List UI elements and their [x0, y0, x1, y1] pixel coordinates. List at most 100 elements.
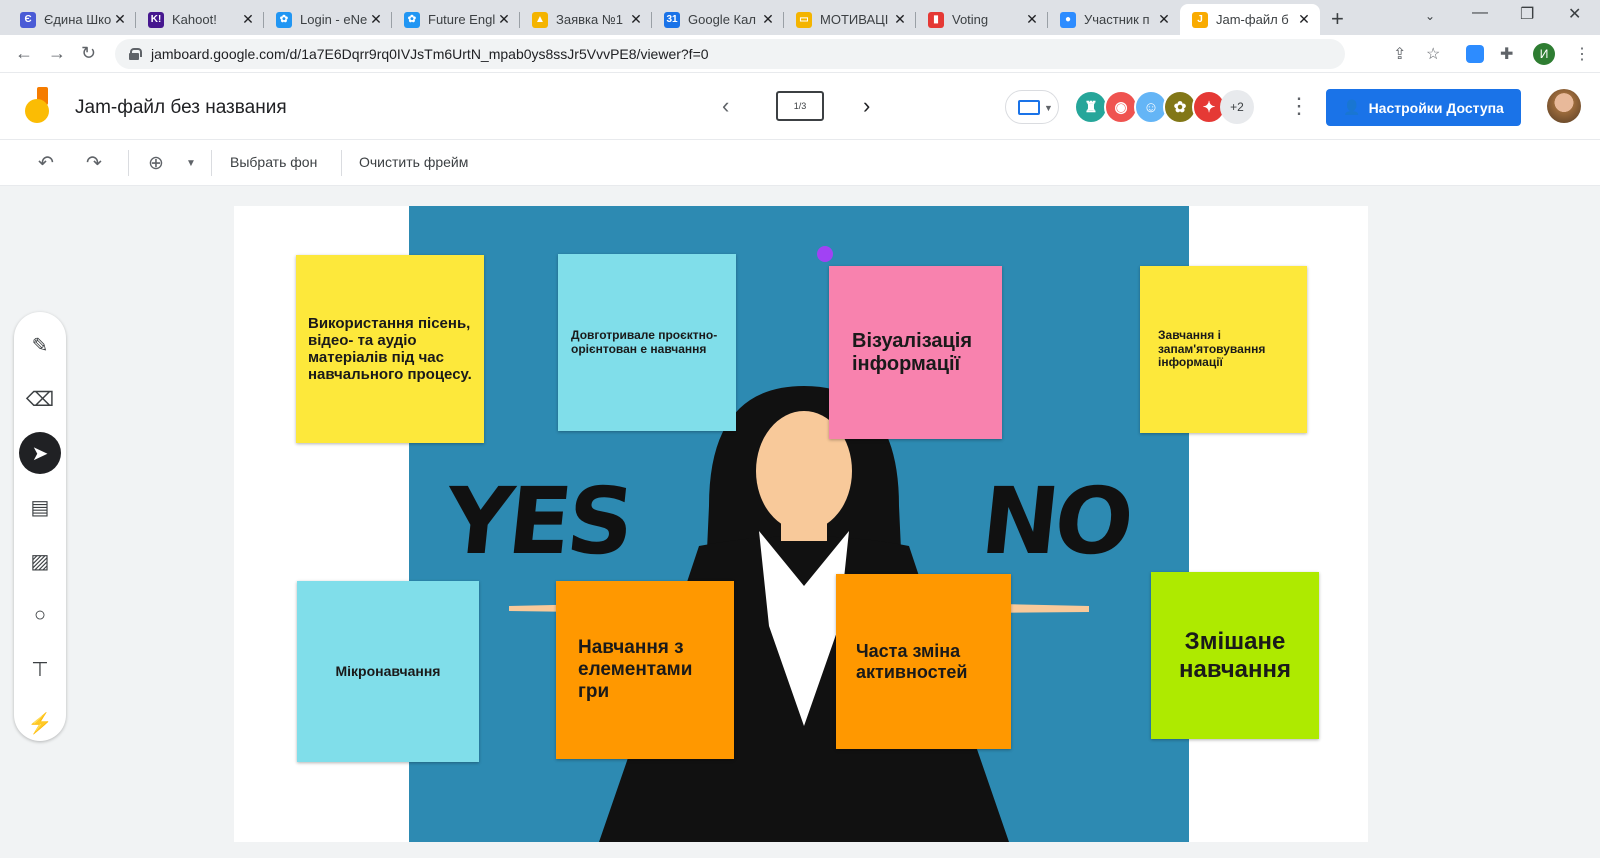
- tab-title: Google Кал: [688, 12, 756, 27]
- tab-title: Login - eNe: [300, 12, 368, 27]
- browser-tab[interactable]: 31 Google Кал ✕: [652, 4, 784, 35]
- sticky-note[interactable]: Часта зміна активностей: [836, 574, 1011, 749]
- browser-tab[interactable]: ▭ МОТИВАЦІ ✕: [784, 4, 916, 35]
- tab-title: Kahoot!: [172, 12, 217, 27]
- sticky-note[interactable]: Довготривале проєктно-орієнтован е навча…: [558, 254, 736, 431]
- next-frame-icon[interactable]: ›: [863, 93, 870, 119]
- tab-favicon-icon: ▭: [796, 11, 812, 28]
- collaborator-avatar[interactable]: ◉: [1104, 90, 1138, 124]
- clear-frame-button[interactable]: Очистить фрейм: [359, 154, 468, 170]
- close-icon[interactable]: ✕: [368, 11, 384, 28]
- more-collaborators-badge[interactable]: +2: [1220, 90, 1254, 124]
- tab-favicon-icon: J: [1192, 11, 1208, 28]
- sticky-note-text: Мікронавчання: [335, 663, 441, 680]
- profile-avatar[interactable]: И: [1533, 43, 1555, 65]
- new-tab-button[interactable]: +: [1331, 6, 1344, 32]
- tab-favicon-icon: ▲: [532, 11, 548, 28]
- tab-title: Заявка №1: [556, 12, 624, 27]
- collaborator-avatar[interactable]: ♜: [1074, 90, 1108, 124]
- share-button[interactable]: 👤 Настройки Доступа: [1326, 89, 1521, 126]
- image-icon[interactable]: ▨: [22, 543, 58, 579]
- text-box-icon[interactable]: ⊤: [22, 651, 58, 687]
- tab-favicon-icon: Є: [20, 11, 36, 28]
- account-avatar[interactable]: [1547, 89, 1581, 123]
- browser-tab[interactable]: ▲ Заявка №1 ✕: [520, 4, 652, 35]
- sticky-note[interactable]: Змішане навчання: [1151, 572, 1319, 739]
- sticky-note-text: Завчання і запам'ятовування інформації: [1158, 327, 1266, 370]
- browser-tab[interactable]: ▮ Voting ✕: [916, 4, 1048, 35]
- close-icon[interactable]: ✕: [112, 11, 128, 28]
- close-icon[interactable]: ✕: [1156, 11, 1172, 28]
- close-icon[interactable]: ✕: [496, 11, 512, 28]
- share-page-icon[interactable]: ⇪: [1393, 44, 1406, 64]
- browser-tab[interactable]: K! Kahoot! ✕: [136, 4, 264, 35]
- jam-canvas[interactable]: YES NO Використання пісень, відео- та ау…: [234, 206, 1368, 842]
- browser-tab-active[interactable]: J Jam-файл б ✕: [1180, 4, 1320, 35]
- document-title[interactable]: Jam-файл без названия: [75, 97, 287, 119]
- browser-tab[interactable]: ✿ Login - eNe ✕: [264, 4, 392, 35]
- sticky-note[interactable]: Навчання з елементами гри: [556, 581, 734, 759]
- sticky-note-icon[interactable]: ▤: [22, 489, 58, 525]
- pen-icon[interactable]: ✎: [22, 327, 58, 363]
- minimize-icon[interactable]: —: [1472, 4, 1488, 22]
- undo-icon[interactable]: ↶: [38, 152, 54, 175]
- close-icon[interactable]: ✕: [1296, 11, 1312, 28]
- tab-title: Єдина Шко: [44, 12, 112, 27]
- tab-favicon-icon: ✿: [276, 11, 292, 28]
- tab-favicon-icon: ▮: [928, 11, 944, 28]
- app-header: Jam-файл без названия ‹ 1/3 › ▼ ♜ ◉ ☺ ✿ …: [0, 73, 1600, 140]
- laser-icon[interactable]: ⚡: [22, 705, 58, 741]
- close-icon[interactable]: ✕: [628, 11, 644, 28]
- restore-icon[interactable]: ❐: [1520, 4, 1534, 24]
- no-label: NO: [976, 468, 1135, 575]
- window-close-icon[interactable]: ✕: [1568, 4, 1581, 24]
- reload-icon[interactable]: ↻: [81, 43, 96, 64]
- person-icon: 👤: [1343, 99, 1361, 115]
- address-bar[interactable]: jamboard.google.com/d/1a7E6Dqrr9rq0IVJsT…: [115, 39, 1345, 69]
- tab-favicon-icon: K!: [148, 11, 164, 28]
- previous-frame-icon[interactable]: ‹: [722, 93, 729, 119]
- sticky-note[interactable]: Мікронавчання: [297, 581, 479, 762]
- close-icon[interactable]: ✕: [892, 11, 908, 28]
- yes-label: YES: [440, 468, 636, 575]
- redo-icon[interactable]: ↷: [86, 152, 102, 175]
- present-screen-icon: [1018, 100, 1040, 115]
- circle-shape-icon[interactable]: ○: [22, 597, 58, 633]
- tab-title: Future Engl: [428, 12, 496, 27]
- browser-tab[interactable]: ✿ Future Engl ✕: [392, 4, 520, 35]
- zoom-in-icon[interactable]: ⊕: [148, 152, 164, 175]
- present-button[interactable]: ▼: [1005, 90, 1059, 124]
- sticky-note-text: Навчання з елементами гри: [578, 637, 693, 702]
- board-toolbar: ↶ ↷ ⊕ ▼ Выбрать фон Очистить фрейм: [0, 140, 1600, 186]
- close-icon[interactable]: ✕: [240, 11, 256, 28]
- sticky-note-text: Змішане навчання: [1179, 627, 1291, 683]
- tab-search-icon[interactable]: ⌄: [1425, 9, 1435, 23]
- tab-title: Участник п: [1084, 12, 1150, 27]
- browser-tab-strip: Є Єдина Шко ✕ K! Kahoot! ✕ ✿ Login - eNe…: [0, 0, 1600, 35]
- tab-favicon-icon: 31: [664, 11, 680, 28]
- set-background-button[interactable]: Выбрать фон: [230, 154, 317, 170]
- close-icon[interactable]: ✕: [1024, 11, 1040, 28]
- sticky-note-text: Використання пісень, відео- та аудіо мат…: [308, 314, 472, 384]
- select-cursor-icon[interactable]: ➤: [19, 432, 61, 474]
- browser-menu-icon[interactable]: ⋮: [1574, 44, 1590, 64]
- extensions-puzzle-icon[interactable]: ✚: [1500, 44, 1513, 64]
- sticky-note[interactable]: Візуалізація інформації: [829, 266, 1002, 439]
- browser-toolbar: ← → ↻ jamboard.google.com/d/1a7E6Dqrr9rq…: [0, 35, 1600, 73]
- back-arrow-icon[interactable]: ←: [15, 43, 33, 64]
- sticky-note[interactable]: Завчання і запам'ятовування інформації: [1140, 266, 1307, 433]
- zoom-dropdown-icon[interactable]: ▼: [186, 158, 196, 169]
- browser-tab[interactable]: Є Єдина Шко ✕: [8, 4, 136, 35]
- forward-arrow-icon[interactable]: →: [48, 43, 66, 64]
- close-icon[interactable]: ✕: [760, 11, 776, 28]
- bookmark-star-icon[interactable]: ☆: [1426, 44, 1440, 64]
- sticky-note-text: Часта зміна активностей: [856, 640, 968, 682]
- browser-tab[interactable]: ● Участник п ✕: [1048, 4, 1180, 35]
- sticky-note[interactable]: Використання пісень, відео- та аудіо мат…: [296, 255, 484, 443]
- more-options-icon[interactable]: ⋮: [1288, 93, 1310, 119]
- sticky-note-text: Візуалізація інформації: [852, 329, 973, 375]
- eraser-icon[interactable]: ⌫: [22, 381, 58, 417]
- zoom-extension-icon[interactable]: [1466, 45, 1484, 63]
- tab-favicon-icon: ✿: [404, 11, 420, 28]
- frame-indicator[interactable]: 1/3: [776, 91, 824, 121]
